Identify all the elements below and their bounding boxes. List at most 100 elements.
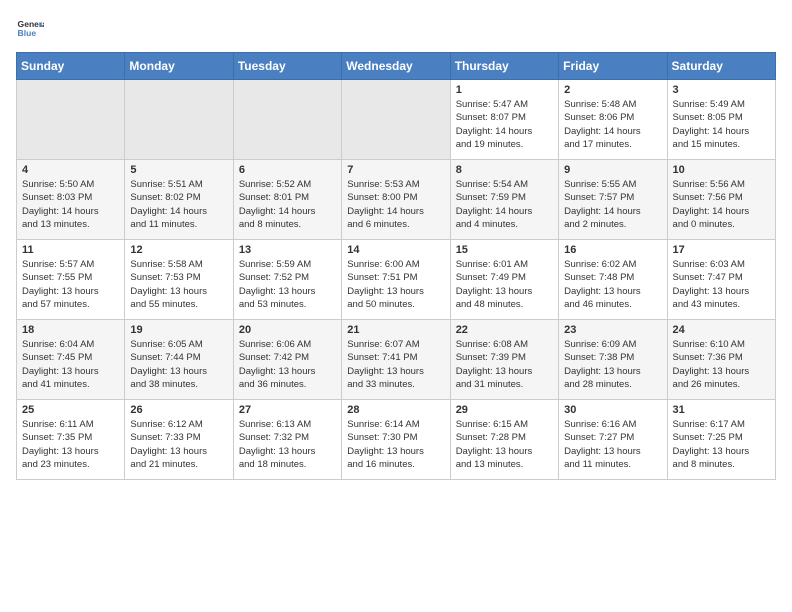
calendar-cell: 10Sunrise: 5:56 AM Sunset: 7:56 PM Dayli… (667, 160, 775, 240)
day-number: 20 (239, 324, 336, 336)
calendar-cell: 3 Sunrise: 5:49 AM Sunset: 8:05 PM Daylig… (667, 80, 775, 160)
day-header-saturday: Saturday (667, 53, 775, 80)
day-info: Sunrise: 5:55 AM Sunset: 7:57 PM Dayligh… (564, 178, 661, 231)
logo-icon: General Blue (16, 16, 44, 44)
day-number: 19 (130, 324, 227, 336)
day-header-wednesday: Wednesday (342, 53, 450, 80)
calendar-cell: 18 Sunrise: 6:04 AM Sunset: 7:45 PM Dayli… (17, 320, 125, 400)
calendar-cell: 24 Sunrise: 6:10 AM Sunset: 7:36 PM Dayli… (667, 320, 775, 400)
week-row-3: 11Sunrise: 5:57 AM Sunset: 7:55 PM Dayli… (17, 240, 776, 320)
calendar-cell: 20 Sunrise: 6:06 AM Sunset: 7:42 PM Dayli… (233, 320, 341, 400)
day-info: Sunrise: 5:47 AM Sunset: 8:07 PM Dayligh… (456, 98, 553, 151)
calendar-cell: 29 Sunrise: 6:15 AM Sunset: 7:28 PM Dayli… (450, 400, 558, 480)
day-info: Sunrise: 5:53 AM Sunset: 8:00 PM Dayligh… (347, 178, 444, 231)
week-row-2: 4Sunrise: 5:50 AM Sunset: 8:03 PM Daylig… (17, 160, 776, 240)
day-info: Sunrise: 6:16 AM Sunset: 7:27 PM Dayligh… (564, 418, 661, 471)
day-number: 6 (239, 164, 336, 176)
day-number: 8 (456, 164, 553, 176)
day-info: Sunrise: 6:08 AM Sunset: 7:39 PM Dayligh… (456, 338, 553, 391)
day-number: 30 (564, 404, 661, 416)
day-header-monday: Monday (125, 53, 233, 80)
day-info: Sunrise: 5:49 AM Sunset: 8:05 PM Dayligh… (673, 98, 770, 151)
day-info: Sunrise: 6:02 AM Sunset: 7:48 PM Dayligh… (564, 258, 661, 311)
day-number: 14 (347, 244, 444, 256)
calendar-cell: 27 Sunrise: 6:13 AM Sunset: 7:32 PM Dayli… (233, 400, 341, 480)
day-number: 16 (564, 244, 661, 256)
day-info: Sunrise: 6:04 AM Sunset: 7:45 PM Dayligh… (22, 338, 119, 391)
day-info: Sunrise: 6:13 AM Sunset: 7:32 PM Dayligh… (239, 418, 336, 471)
calendar-cell: 26 Sunrise: 6:12 AM Sunset: 7:33 PM Dayli… (125, 400, 233, 480)
logo: General Blue (16, 16, 44, 44)
day-number: 25 (22, 404, 119, 416)
calendar-cell: 30 Sunrise: 6:16 AM Sunset: 7:27 PM Dayli… (559, 400, 667, 480)
calendar-cell: 16 Sunrise: 6:02 AM Sunset: 7:48 PM Dayli… (559, 240, 667, 320)
day-info: Sunrise: 6:11 AM Sunset: 7:35 PM Dayligh… (22, 418, 119, 471)
calendar-cell: 7 Sunrise: 5:53 AM Sunset: 8:00 PM Daylig… (342, 160, 450, 240)
day-info: Sunrise: 5:58 AM Sunset: 7:53 PM Dayligh… (130, 258, 227, 311)
day-number: 28 (347, 404, 444, 416)
day-number: 29 (456, 404, 553, 416)
calendar-cell: 23Sunrise: 6:09 AM Sunset: 7:38 PM Dayli… (559, 320, 667, 400)
header-row: SundayMondayTuesdayWednesdayThursdayFrid… (17, 53, 776, 80)
calendar-cell: 21 Sunrise: 6:07 AM Sunset: 7:41 PM Dayli… (342, 320, 450, 400)
day-number: 21 (347, 324, 444, 336)
day-info: Sunrise: 5:48 AM Sunset: 8:06 PM Dayligh… (564, 98, 661, 151)
calendar-cell (125, 80, 233, 160)
day-info: Sunrise: 6:00 AM Sunset: 7:51 PM Dayligh… (347, 258, 444, 311)
calendar-cell: 25 Sunrise: 6:11 AM Sunset: 7:35 PM Dayli… (17, 400, 125, 480)
calendar-cell (233, 80, 341, 160)
calendar-cell: 12 Sunrise: 5:58 AM Sunset: 7:53 PM Dayli… (125, 240, 233, 320)
day-info: Sunrise: 6:10 AM Sunset: 7:36 PM Dayligh… (673, 338, 770, 391)
calendar-cell: 13 Sunrise: 5:59 AM Sunset: 7:52 PM Dayli… (233, 240, 341, 320)
day-info: Sunrise: 6:14 AM Sunset: 7:30 PM Dayligh… (347, 418, 444, 471)
day-number: 9 (564, 164, 661, 176)
day-info: Sunrise: 5:50 AM Sunset: 8:03 PM Dayligh… (22, 178, 119, 231)
day-number: 15 (456, 244, 553, 256)
week-row-1: 1 Sunrise: 5:47 AM Sunset: 8:07 PM Daylig… (17, 80, 776, 160)
calendar-cell: 8Sunrise: 5:54 AM Sunset: 7:59 PM Daylig… (450, 160, 558, 240)
day-info: Sunrise: 5:59 AM Sunset: 7:52 PM Dayligh… (239, 258, 336, 311)
day-header-thursday: Thursday (450, 53, 558, 80)
day-number: 26 (130, 404, 227, 416)
day-number: 11 (22, 244, 119, 256)
day-info: Sunrise: 5:51 AM Sunset: 8:02 PM Dayligh… (130, 178, 227, 231)
calendar-cell: 1 Sunrise: 5:47 AM Sunset: 8:07 PM Daylig… (450, 80, 558, 160)
day-info: Sunrise: 6:05 AM Sunset: 7:44 PM Dayligh… (130, 338, 227, 391)
calendar-cell: 17Sunrise: 6:03 AM Sunset: 7:47 PM Dayli… (667, 240, 775, 320)
day-number: 3 (673, 84, 770, 96)
day-header-friday: Friday (559, 53, 667, 80)
day-number: 23 (564, 324, 661, 336)
day-info: Sunrise: 6:17 AM Sunset: 7:25 PM Dayligh… (673, 418, 770, 471)
day-number: 31 (673, 404, 770, 416)
week-row-4: 18 Sunrise: 6:04 AM Sunset: 7:45 PM Dayli… (17, 320, 776, 400)
calendar-cell: 6 Sunrise: 5:52 AM Sunset: 8:01 PM Daylig… (233, 160, 341, 240)
calendar-cell: 22Sunrise: 6:08 AM Sunset: 7:39 PM Dayli… (450, 320, 558, 400)
calendar-cell: 15Sunrise: 6:01 AM Sunset: 7:49 PM Dayli… (450, 240, 558, 320)
calendar-table: SundayMondayTuesdayWednesdayThursdayFrid… (16, 52, 776, 480)
calendar-cell: 19 Sunrise: 6:05 AM Sunset: 7:44 PM Dayli… (125, 320, 233, 400)
calendar-cell: 2 Sunrise: 5:48 AM Sunset: 8:06 PM Daylig… (559, 80, 667, 160)
day-number: 1 (456, 84, 553, 96)
svg-text:Blue: Blue (18, 28, 37, 38)
day-number: 27 (239, 404, 336, 416)
week-row-5: 25 Sunrise: 6:11 AM Sunset: 7:35 PM Dayli… (17, 400, 776, 480)
day-info: Sunrise: 5:52 AM Sunset: 8:01 PM Dayligh… (239, 178, 336, 231)
day-number: 18 (22, 324, 119, 336)
day-header-sunday: Sunday (17, 53, 125, 80)
day-number: 10 (673, 164, 770, 176)
day-info: Sunrise: 6:06 AM Sunset: 7:42 PM Dayligh… (239, 338, 336, 391)
day-info: Sunrise: 6:15 AM Sunset: 7:28 PM Dayligh… (456, 418, 553, 471)
calendar-cell: 5 Sunrise: 5:51 AM Sunset: 8:02 PM Daylig… (125, 160, 233, 240)
day-info: Sunrise: 6:07 AM Sunset: 7:41 PM Dayligh… (347, 338, 444, 391)
day-number: 12 (130, 244, 227, 256)
calendar-cell: 9 Sunrise: 5:55 AM Sunset: 7:57 PM Daylig… (559, 160, 667, 240)
day-header-tuesday: Tuesday (233, 53, 341, 80)
day-number: 5 (130, 164, 227, 176)
day-number: 7 (347, 164, 444, 176)
day-number: 24 (673, 324, 770, 336)
day-number: 13 (239, 244, 336, 256)
day-info: Sunrise: 6:12 AM Sunset: 7:33 PM Dayligh… (130, 418, 227, 471)
day-number: 2 (564, 84, 661, 96)
calendar-cell: 4Sunrise: 5:50 AM Sunset: 8:03 PM Daylig… (17, 160, 125, 240)
calendar-cell: 14 Sunrise: 6:00 AM Sunset: 7:51 PM Dayli… (342, 240, 450, 320)
